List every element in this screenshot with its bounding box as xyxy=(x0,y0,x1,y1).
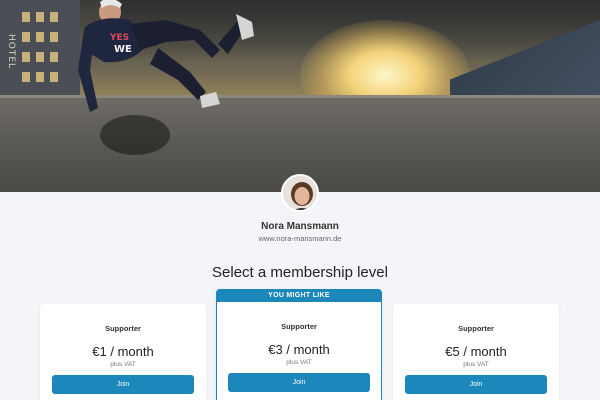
tier-card-2: YOU MIGHT LIKE Supporter €3 / month plus… xyxy=(216,289,382,400)
hotel-sign: HOTEL xyxy=(6,34,16,70)
svg-text:WE: WE xyxy=(114,44,132,55)
creator-name: Nora Mansmann xyxy=(261,221,339,232)
tier-card-1: Supporter €1 / month plus VAT Join xyxy=(40,304,206,400)
membership-heading: Select a membership level xyxy=(212,264,388,281)
recommended-ribbon: YOU MIGHT LIKE xyxy=(217,290,381,302)
creator-avatar[interactable] xyxy=(281,174,319,212)
join-button-tier-2[interactable]: Join xyxy=(228,373,370,392)
tier-name: Supporter xyxy=(281,322,317,331)
tier-price: €5 / month xyxy=(445,344,507,359)
tier-name: Supporter xyxy=(105,324,141,333)
join-button-tier-3[interactable]: Join xyxy=(405,375,547,394)
cover-jumper-figure: YES WE xyxy=(78,0,254,112)
tier-card-3: Supporter €5 / month plus VAT Join xyxy=(393,304,559,400)
tier-vat-note: plus VAT xyxy=(286,359,312,366)
avatar-portrait xyxy=(283,176,317,210)
svg-text:YES: YES xyxy=(109,33,129,43)
cover-image: HOTEL YES WE xyxy=(0,0,600,192)
join-button-tier-1[interactable]: Join xyxy=(52,375,194,394)
tier-name: Supporter xyxy=(458,324,494,333)
tier-vat-note: plus VAT xyxy=(110,361,136,368)
tier-price: €3 / month xyxy=(268,342,330,357)
tier-price: €1 / month xyxy=(92,344,154,359)
cover-jumper-shadow xyxy=(100,115,170,155)
creator-website-link[interactable]: www.nora-mansmann.de xyxy=(0,234,600,243)
tier-vat-note: plus VAT xyxy=(463,361,489,368)
